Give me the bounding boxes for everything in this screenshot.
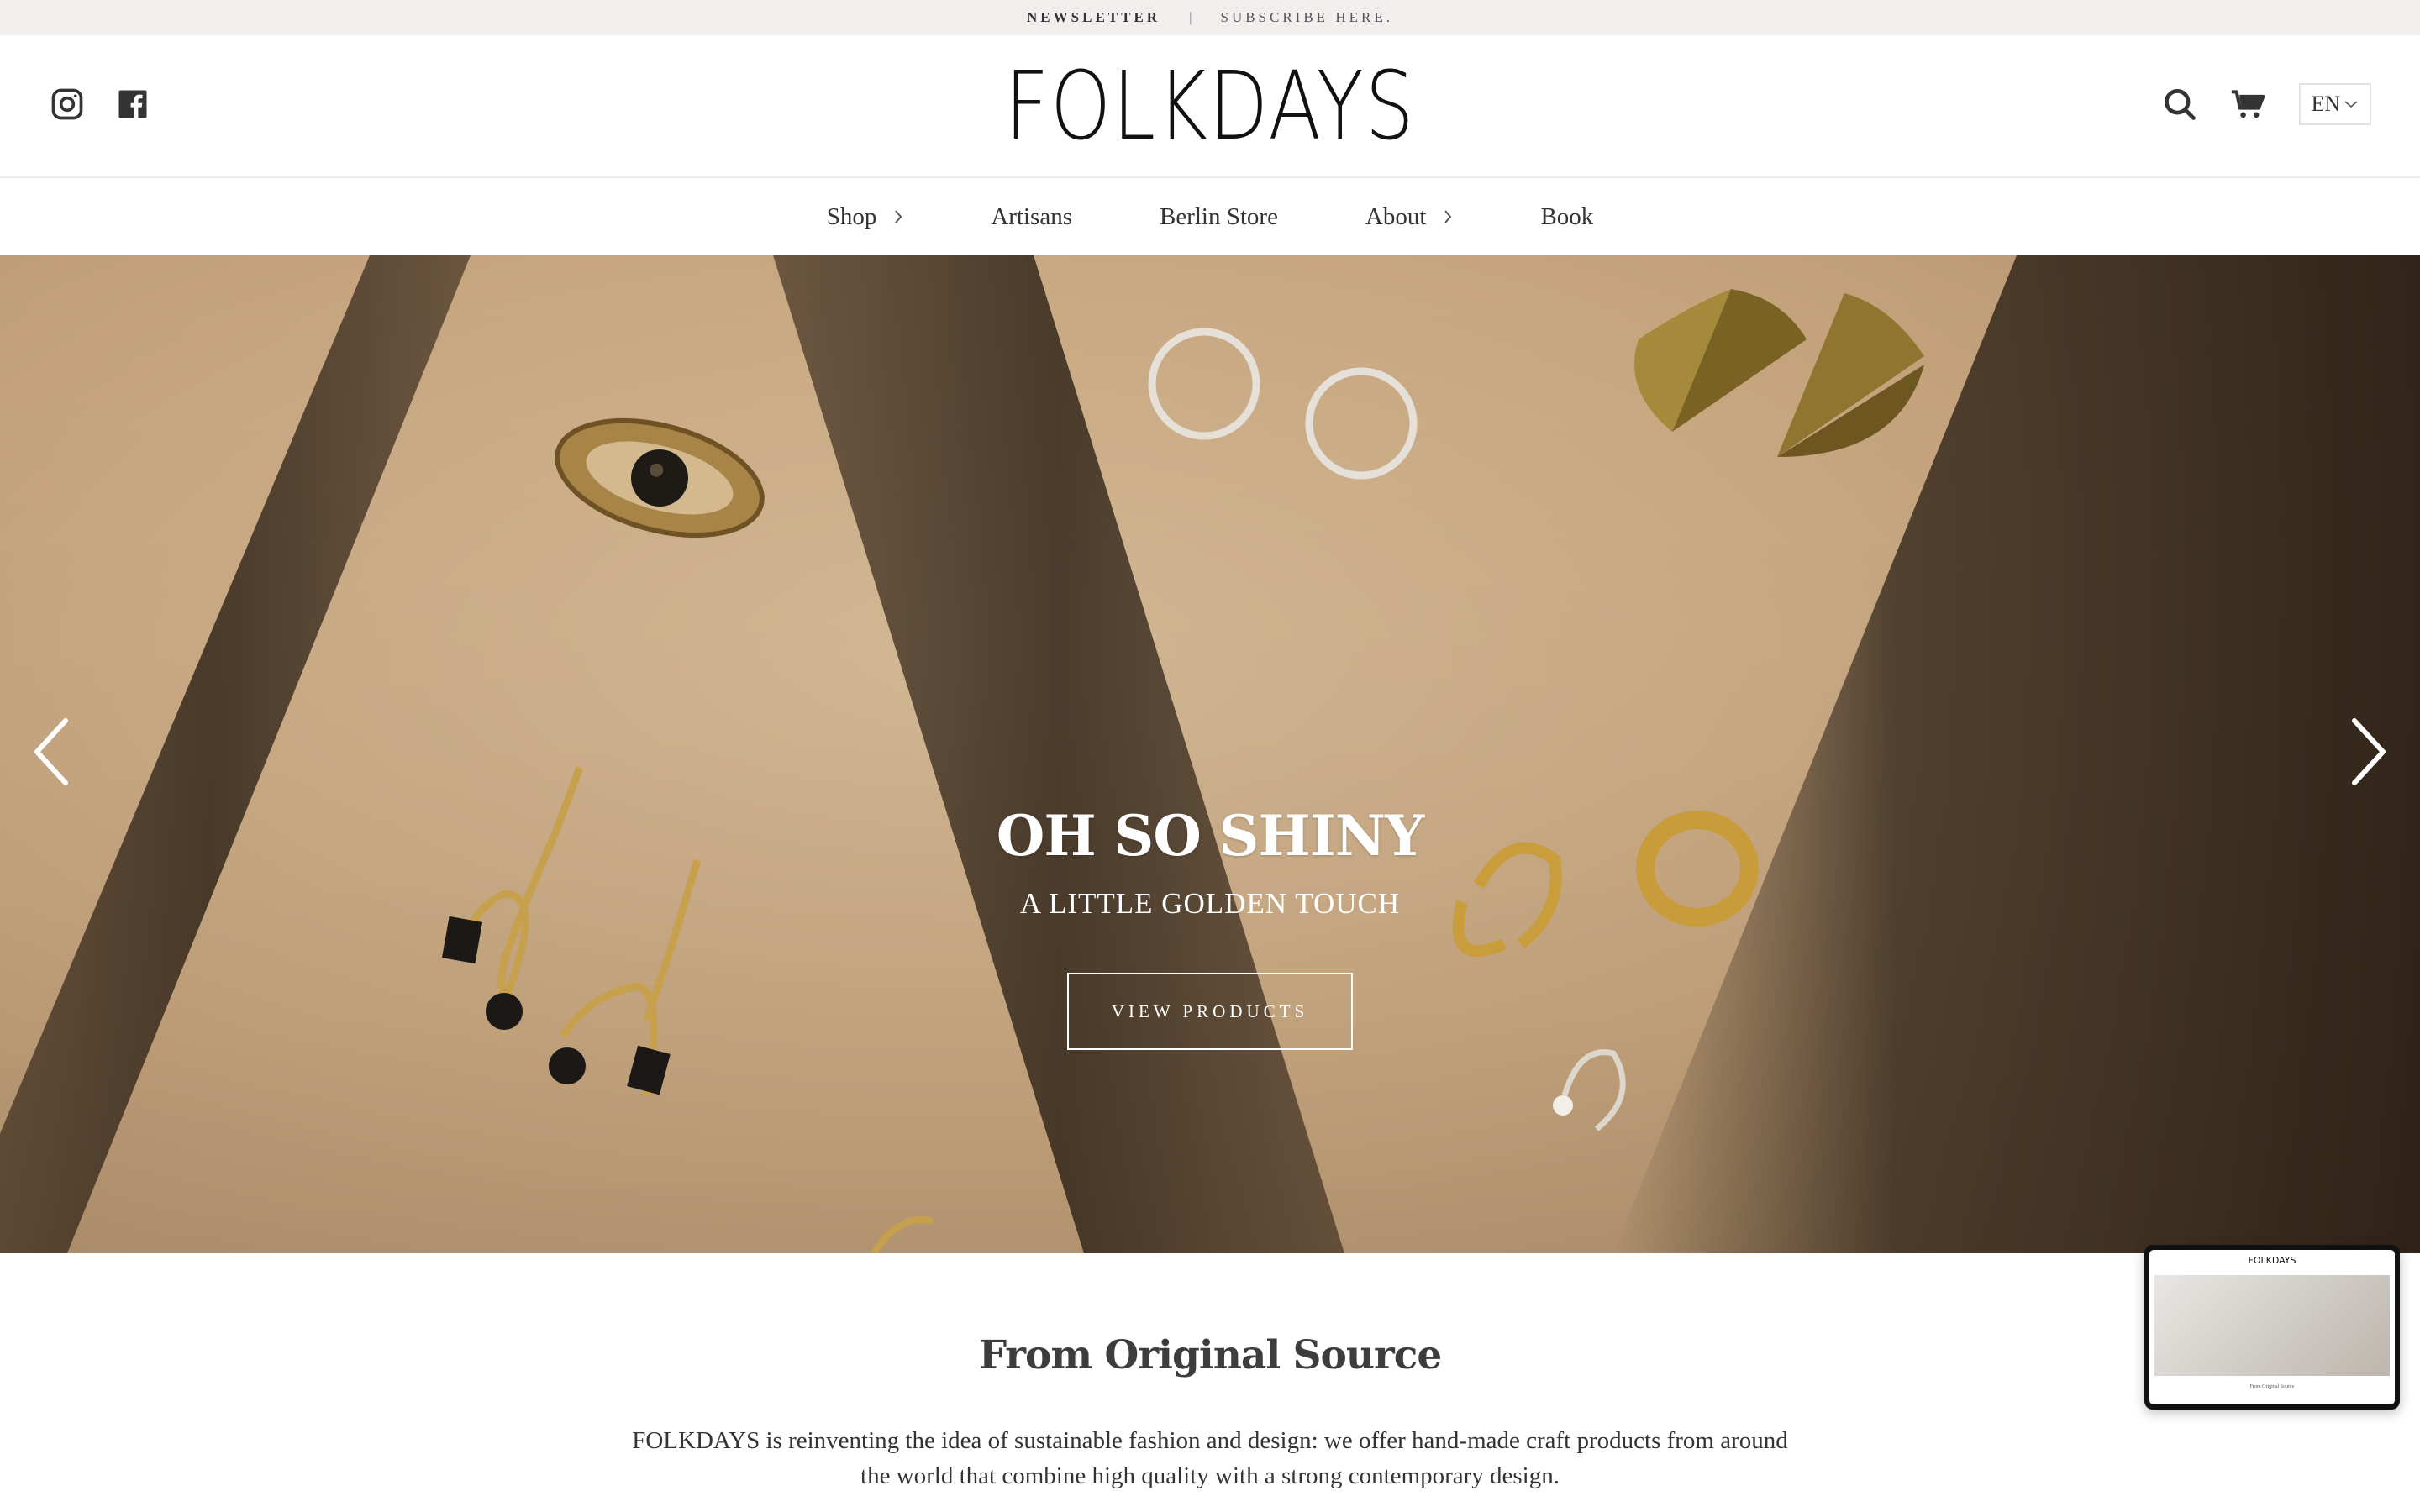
section-title: From Original Source xyxy=(978,1332,1443,1378)
language-selector[interactable]: EN xyxy=(2299,83,2371,125)
social-links xyxy=(49,86,151,123)
section-body: FOLKDAYS is reinventing the idea of sust… xyxy=(632,1427,1788,1489)
newsletter-label: NEWSLETTER xyxy=(1027,9,1161,25)
chevron-right-icon[interactable] xyxy=(2348,716,2390,788)
nav-item-berlin-store[interactable]: Berlin Store xyxy=(1160,203,1278,231)
chevron-right-icon xyxy=(895,210,902,223)
ginkgo-earrings xyxy=(1634,289,1924,457)
site-header: FOLKDAYS EN xyxy=(0,35,2420,178)
preview-caption: From Original Source xyxy=(2249,1384,2295,1389)
nav-item-artisans[interactable]: Artisans xyxy=(991,203,1072,231)
nav-item-book[interactable]: Book xyxy=(1540,203,1593,231)
preview-screen: FOLKDAYS From Original Source xyxy=(2149,1250,2395,1404)
newsletter-separator: | xyxy=(1189,9,1192,25)
jewelry-illustration xyxy=(441,289,1924,1253)
hero-slider: OH SO SHINY A LITTLE GOLDEN TOUCH VIEW P… xyxy=(0,255,2420,1253)
chevron-down-icon xyxy=(2344,101,2358,108)
eye-brooch xyxy=(555,417,765,538)
view-products-button[interactable]: VIEW PRODUCTS xyxy=(1067,973,1353,1050)
facebook-icon[interactable] xyxy=(114,86,151,123)
page-preview-thumbnail[interactable]: FOLKDAYS From Original Source xyxy=(2144,1245,2400,1410)
search-icon[interactable] xyxy=(2161,86,2198,123)
newsletter-bar[interactable]: NEWSLETTER | SUBSCRIBE HERE. xyxy=(0,0,2420,35)
nav-item-label: Book xyxy=(1540,202,1594,230)
hero-title: OH SO SHINY xyxy=(996,803,1424,869)
language-label: EN xyxy=(2311,92,2341,116)
preview-image xyxy=(2154,1275,2390,1376)
nav-item-label: Berlin Store xyxy=(1160,202,1278,230)
main-nav: Shop Artisans Berlin Store About Book xyxy=(0,178,2420,255)
chevron-left-icon[interactable] xyxy=(30,716,72,788)
site-logo[interactable]: FOLKDAYS xyxy=(1005,60,1414,154)
header-utilities: EN xyxy=(2161,83,2371,125)
chevron-right-icon xyxy=(1444,210,1452,223)
nav-item-about[interactable]: About xyxy=(1365,203,1454,231)
nav-item-label: Artisans xyxy=(991,202,1072,230)
instagram-icon[interactable] xyxy=(49,86,86,123)
subscribe-link[interactable]: SUBSCRIBE HERE. xyxy=(1220,9,1392,26)
nav-item-label: Shop xyxy=(826,202,877,230)
preview-logo: FOLKDAYS xyxy=(2248,1255,2296,1266)
nav-item-label: About xyxy=(1365,202,1427,230)
cart-icon[interactable] xyxy=(2230,86,2267,123)
hero-subtitle: A LITTLE GOLDEN TOUCH xyxy=(1019,887,1401,920)
nav-item-shop[interactable]: Shop xyxy=(827,203,904,231)
